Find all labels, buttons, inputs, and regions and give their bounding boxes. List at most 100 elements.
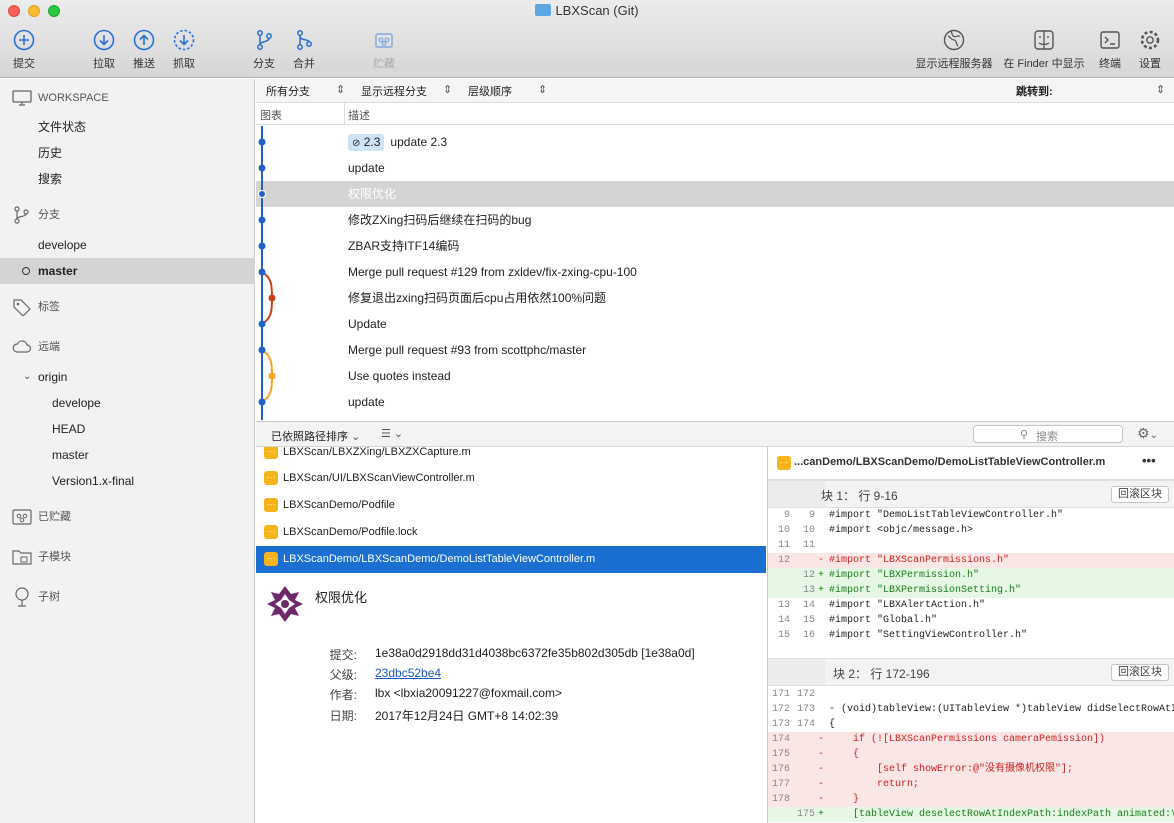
list-view-dropdown[interactable]: ☰ ⌄ <box>381 427 403 440</box>
diff-line-removed[interactable]: 177 - return; <box>768 777 1174 792</box>
cloud-icon <box>12 340 32 353</box>
gear-icon <box>1140 30 1160 50</box>
diff-line[interactable]: 173 174 { <box>768 717 1174 732</box>
file-row[interactable]: ··· LBXScanDemo/Podfile <box>256 492 766 519</box>
more-options-button[interactable]: ••• <box>1142 453 1156 468</box>
sidebar-item-search[interactable]: 搜索 <box>0 166 255 192</box>
search-placeholder: 搜索 <box>1036 431 1058 443</box>
updown-chevron-icon: ⇕ <box>336 84 346 96</box>
diff-line[interactable]: 10 10 #import <objc/message.h> <box>768 523 1174 538</box>
file-row[interactable]: ··· LBXScanDemo/Podfile.lock <box>256 519 766 546</box>
modified-icon: ··· <box>264 447 278 459</box>
commit-row[interactable]: 修改ZXing扫码后继续在扫码的bug <box>256 207 1174 233</box>
commit-button[interactable]: 提交 <box>0 28 49 71</box>
old-line-number: 9 <box>783 510 790 521</box>
diff-line-added[interactable]: 175 + [tableView deselectRowAtIndexPath:i… <box>768 807 1174 822</box>
file-row[interactable]: ··· LBXScan/UI/LBXScanViewController.m <box>256 465 766 492</box>
commit-message: 修复退出zxing扫码页面后cpu占用依然100%问题 <box>348 291 607 305</box>
file-row-selected[interactable]: ··· LBXScanDemo/LBXScanDemo/DemoListTable… <box>256 546 766 573</box>
diff-file-name: ...canDemo/LBXScanDemo/DemoListTableView… <box>794 456 1106 468</box>
gear-menu-button[interactable]: ⚙⌄ <box>1137 425 1158 442</box>
history-filter-bar: 所有分支 ⇕ 显示远程分支 ⇕ 层级顺序 ⇕ 跳转到: ⇕ <box>256 79 1174 103</box>
branch-icon <box>257 30 272 50</box>
modified-icon: ··· <box>264 498 278 512</box>
diff-line[interactable]: 172 173 - (void)tableView:(UITableView *)t… <box>768 702 1174 717</box>
commit-row[interactable]: Merge pull request #93 from scottphc/mas… <box>256 337 1174 363</box>
diff-line[interactable]: 9 9 #import "DemoListTableViewController.h… <box>768 508 1174 523</box>
diff-line-removed[interactable]: 176 - [self showError:@"没有摄像机权限"]; <box>768 762 1174 777</box>
diff-line[interactable]: 14 15 #import "Global.h" <box>768 613 1174 628</box>
diff-code: #import "LBXScanPermissions.h" <box>829 555 1010 566</box>
sort-by-path-dropdown[interactable]: 已依照路径排序 ⌄ <box>271 428 360 444</box>
date-label: 日期: <box>329 709 357 723</box>
diff-line[interactable]: 11 11 <box>768 538 1174 553</box>
stashes-label: 已贮藏 <box>38 511 71 523</box>
sidebar-subtrees-header[interactable]: 子树 <box>0 584 255 610</box>
commit-row[interactable]: Merge pull request #129 from zxldev/fix-… <box>256 259 1174 285</box>
diff-line-added[interactable]: 12 + #import "LBXPermission.h" <box>768 568 1174 583</box>
column-description[interactable]: 描述 <box>348 107 370 123</box>
sidebar-item-origin-head[interactable]: HEAD <box>0 416 255 442</box>
updown-chevron-icon: ⇕ <box>443 84 453 96</box>
files-search-input[interactable]: ⚲ 搜索 <box>973 425 1123 443</box>
commit-row[interactable]: Use quotes instead <box>256 363 1174 389</box>
sidebar-item-branch-master[interactable]: master <box>0 258 255 284</box>
sidebar-branches-header[interactable]: 分支 <box>0 202 255 228</box>
diff-line-removed[interactable]: 175 - { <box>768 747 1174 762</box>
diff-line-removed[interactable]: 12 - #import "LBXScanPermissions.h" <box>768 553 1174 568</box>
all-branches-dropdown[interactable]: 所有分支 ⇕ <box>266 83 356 99</box>
revert-hunk-button[interactable]: 回滚区块 <box>1111 486 1169 503</box>
sidebar-remotes-header[interactable]: 远端 <box>0 334 255 360</box>
hunk-header: 块 1： 行 9-16 回滚区块 <box>768 480 1174 508</box>
order-label: 层级顺序 <box>468 86 512 98</box>
diff-line-added[interactable]: 13 + #import "LBXPermissionSetting.h" <box>768 583 1174 598</box>
sidebar-item-file-status[interactable]: 文件状态 <box>0 114 255 140</box>
fetch-button[interactable]: 抓取 <box>159 28 209 71</box>
diff-line-removed[interactable]: 174 - if (![LBXScanPermissions cameraPemi… <box>768 732 1174 747</box>
show-in-finder-button[interactable]: 在 Finder 中显示 <box>998 28 1090 71</box>
commit-row[interactable]: ⊘ 2.3 update 2.3 <box>256 129 1174 155</box>
sidebar-submodules-header[interactable]: 子模块 <box>0 544 255 570</box>
file-path: LBXScan/UI/LBXScanViewController.m <box>283 472 475 484</box>
order-dropdown[interactable]: 层级顺序 ⇕ <box>468 83 558 99</box>
merge-label: 合并 <box>293 58 315 70</box>
sidebar-stashes-header[interactable]: 已贮藏 <box>0 504 255 530</box>
column-graph[interactable]: 图表 <box>260 107 282 123</box>
jump-to-dropdown[interactable]: 跳转到: ⇕ <box>1016 83 1166 99</box>
parent-hash-link[interactable]: 23dbc52be4 <box>375 666 441 680</box>
sidebar-item-origin-version1x[interactable]: Version1.x-final <box>0 468 255 494</box>
show-remote-button[interactable]: 显示远程服务器 <box>908 28 1000 71</box>
commit-row[interactable]: update <box>256 389 1174 415</box>
commit-row[interactable]: 修复退出zxing扫码页面后cpu占用依然100%问题 <box>256 285 1174 311</box>
remote-branches-dropdown[interactable]: 显示远程分支 ⇕ <box>361 83 461 99</box>
commit-row[interactable]: Update <box>256 311 1174 337</box>
old-line-number: 176 <box>771 764 790 775</box>
sidebar-item-history[interactable]: 历史 <box>0 140 255 166</box>
old-line-number: 13 <box>777 600 790 611</box>
commit-row[interactable]: update <box>256 155 1174 181</box>
merge-button[interactable]: 合并 <box>279 28 329 71</box>
tag-icon: ⊘ <box>352 138 361 149</box>
sidebar-item-branch-develope[interactable]: develope <box>0 232 255 258</box>
diff-line[interactable]: 171 172 <box>768 687 1174 702</box>
sidebar-item-label: develope <box>38 238 87 252</box>
sidebar-item-origin[interactable]: ⌄ origin <box>0 364 255 390</box>
sidebar-tags-header[interactable]: 标签 <box>0 294 255 320</box>
sidebar-item-origin-develope[interactable]: develope <box>0 390 255 416</box>
file-row[interactable]: ··· LBXScan/LBXZXing/LBXZXCapture.m <box>256 447 766 466</box>
stash-button[interactable]: 贮藏 <box>359 28 409 71</box>
graph-commit-dot <box>258 268 266 276</box>
sidebar-item-label: develope <box>52 396 101 410</box>
sidebar-item-origin-master[interactable]: master <box>0 442 255 468</box>
plus-circle-icon <box>13 29 35 51</box>
revert-hunk-button[interactable]: 回滚区块 <box>1111 664 1169 681</box>
diff-line-removed[interactable]: 178 - } <box>768 792 1174 807</box>
old-line-number: 11 <box>777 540 790 551</box>
commit-row-selected[interactable]: 权限优化 <box>256 181 1174 207</box>
settings-button[interactable]: 设置 <box>1125 28 1174 71</box>
diff-line[interactable]: 13 14 #import "LBXAlertAction.h" <box>768 598 1174 613</box>
diff-line[interactable]: 15 16 #import "SettingViewController.h" <box>768 628 1174 643</box>
current-branch-icon <box>22 267 30 275</box>
commit-row[interactable]: ZBAR支持ITF14编码 <box>256 233 1174 259</box>
diff-code: [tableView deselectRowAtIndexPath:indexP… <box>829 809 1174 820</box>
